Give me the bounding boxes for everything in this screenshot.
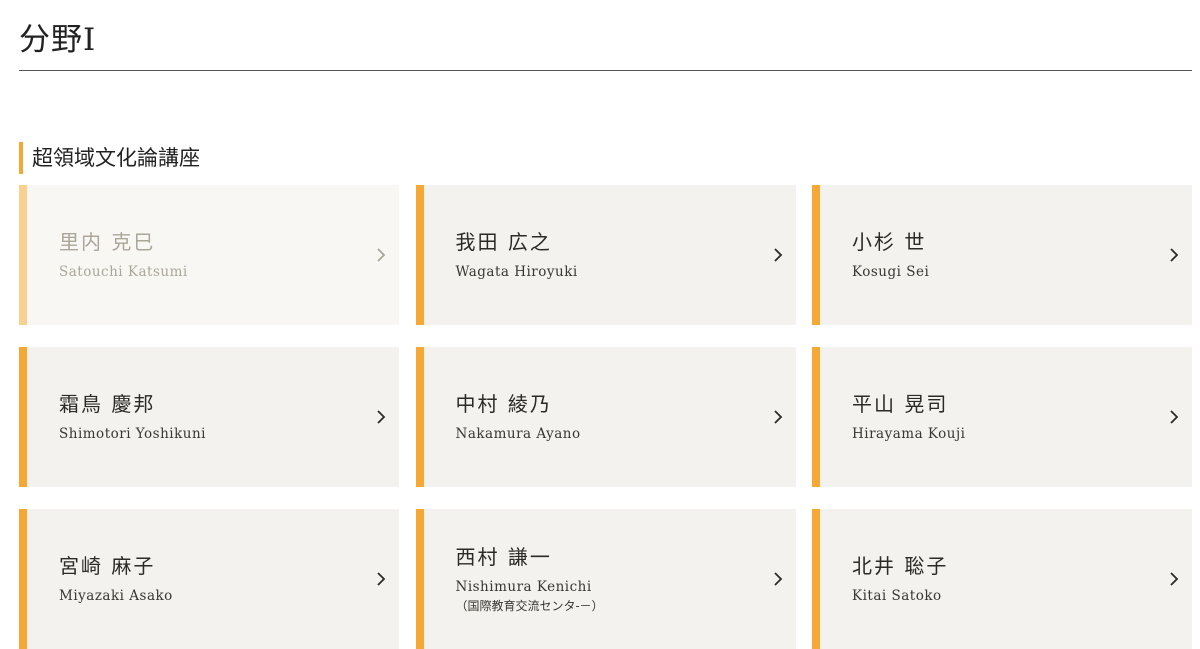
faculty-name-jp: 里内 克巳 <box>59 230 156 254</box>
card-text: 中村 綾乃 Nakamura Ayano <box>456 390 581 444</box>
faculty-name-en: Satouchi Katsumi <box>59 264 188 280</box>
page-title: 分野I <box>19 22 97 58</box>
faculty-name-en: Shimotori Yoshikuni <box>59 426 206 442</box>
faculty-card-wagata[interactable]: 我田 広之 Wagata Hiroyuki <box>415 185 796 325</box>
faculty-affiliation-note: （国際教育交流センタ-－） <box>455 599 604 613</box>
faculty-name-en: Wagata Hiroyuki <box>455 264 578 280</box>
faculty-card-kosugi[interactable]: 小杉 世 Kosugi Sei <box>812 185 1192 325</box>
faculty-name-jp: 平山 晃司 <box>852 392 949 416</box>
faculty-name-jp: 宮崎 麻子 <box>59 554 156 578</box>
faculty-name-en: Kosugi Sei <box>852 264 930 280</box>
chevron-right-icon <box>375 247 387 263</box>
card-text: 北井 聡子 Kitai Satoko <box>852 552 948 606</box>
card-text: 宮崎 麻子 Miyazaki Asako <box>59 552 173 606</box>
section-heading: 超領域文化論講座 <box>19 142 200 174</box>
faculty-card-kitai[interactable]: 北井 聡子 Kitai Satoko <box>812 509 1192 649</box>
chevron-right-icon <box>772 409 784 425</box>
faculty-name-jp: 北井 聡子 <box>852 554 949 578</box>
chevron-right-icon <box>375 409 387 425</box>
card-text: 里内 克巳 Satouchi Katsumi <box>59 228 188 282</box>
card-text: 小杉 世 Kosugi Sei <box>852 228 929 282</box>
faculty-name-en: Miyazaki Asako <box>59 588 173 604</box>
chevron-right-icon <box>1168 247 1180 263</box>
title-divider <box>19 70 1192 71</box>
faculty-name-en: Nakamura Ayano <box>455 426 581 442</box>
card-text: 霜鳥 慶邦 Shimotori Yoshikuni <box>59 390 206 444</box>
card-text: 平山 晃司 Hirayama Kouji <box>852 390 965 444</box>
faculty-name-jp: 小杉 世 <box>852 230 927 254</box>
faculty-name-en: Hirayama Kouji <box>852 426 966 442</box>
faculty-card-nishimura[interactable]: 西村 謙一 Nishimura Kenichi （国際教育交流センタ-－） <box>415 509 796 649</box>
faculty-name-jp: 我田 広之 <box>455 230 552 254</box>
card-text: 我田 広之 Wagata Hiroyuki <box>456 228 578 282</box>
card-text: 西村 謙一 Nishimura Kenichi （国際教育交流センタ-－） <box>456 543 604 615</box>
faculty-name-en: Nishimura Kenichi <box>455 579 592 595</box>
faculty-name-jp: 西村 謙一 <box>455 545 552 569</box>
faculty-card-satouchi[interactable]: 里内 克巳 Satouchi Katsumi <box>19 185 399 325</box>
chevron-right-icon <box>772 571 784 587</box>
chevron-right-icon <box>772 247 784 263</box>
faculty-grid: 里内 克巳 Satouchi Katsumi 我田 広之 Wagata Hiro… <box>19 185 1192 649</box>
faculty-name-en: Kitai Satoko <box>852 588 942 604</box>
faculty-card-shimotori[interactable]: 霜鳥 慶邦 Shimotori Yoshikuni <box>19 347 399 487</box>
faculty-card-hirayama[interactable]: 平山 晃司 Hirayama Kouji <box>812 347 1192 487</box>
chevron-right-icon <box>1168 571 1180 587</box>
faculty-name-jp: 霜鳥 慶邦 <box>59 392 156 416</box>
faculty-name-jp: 中村 綾乃 <box>455 392 552 416</box>
chevron-right-icon <box>375 571 387 587</box>
faculty-card-miyazaki[interactable]: 宮崎 麻子 Miyazaki Asako <box>19 509 399 649</box>
chevron-right-icon <box>1168 409 1180 425</box>
faculty-card-nakamura[interactable]: 中村 綾乃 Nakamura Ayano <box>415 347 796 487</box>
